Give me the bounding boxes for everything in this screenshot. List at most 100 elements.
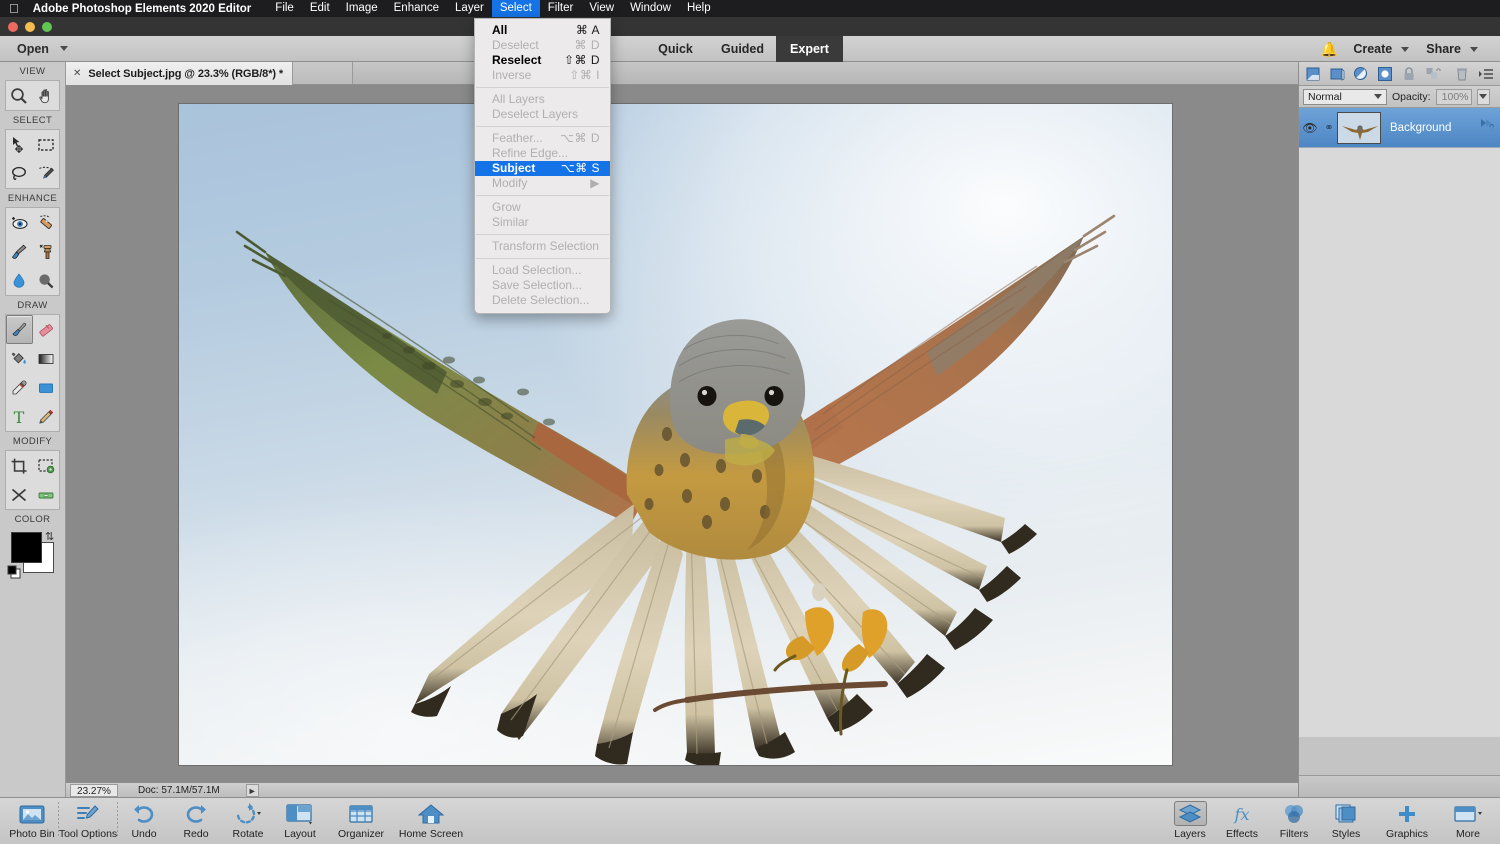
menu-select[interactable]: Select [491,0,540,17]
brush-tool-icon[interactable] [6,315,33,344]
maximize-window-button[interactable] [42,22,52,32]
lasso-tool-icon[interactable] [6,159,33,188]
spot-healing-brush-tool-icon[interactable] [33,208,60,237]
type-tool-icon[interactable]: T [6,402,33,431]
menu-file[interactable]: File [267,0,302,17]
share-menu[interactable]: Share [1426,42,1478,56]
select-menu-dropdown[interactable]: All ⌘ A Deselect ⌘ D Reselect ⇧⌘ D Inver… [474,18,611,314]
undo-button[interactable]: Undo [118,798,170,840]
layout-button[interactable]: Layout [274,798,326,840]
create-menu[interactable]: Create [1353,42,1410,56]
default-colors-icon[interactable] [7,565,23,586]
gradient-tool-icon[interactable] [33,344,60,373]
pencil-tool-icon[interactable] [33,402,60,431]
document-image[interactable] [178,103,1173,766]
blend-mode-select[interactable]: Normal [1303,88,1387,105]
menu-layer[interactable]: Layer [447,0,492,17]
lock-icon[interactable] [1400,65,1418,83]
blur-tool-icon[interactable] [6,266,33,295]
home-screen-label: Home Screen [398,828,464,840]
menu-window[interactable]: Window [622,0,679,17]
recompose-tool-icon[interactable] [33,451,60,480]
chain-icon[interactable]: ⚭ [1321,121,1337,134]
move-tool-icon[interactable] [6,130,33,159]
menu-view[interactable]: View [581,0,622,17]
opacity-dropdown-button[interactable] [1476,88,1490,105]
chevron-right-icon[interactable]: ► [245,783,259,797]
open-button[interactable]: Open [17,42,68,56]
red-eye-removal-tool-icon[interactable] [6,208,33,237]
clone-stamp-tool-icon[interactable] [33,237,60,266]
more-panel-button[interactable]: More [1442,798,1494,840]
menu-item-reselect[interactable]: Reselect ⇧⌘ D [475,53,610,68]
tool-group-modify [5,450,60,510]
sponge-tool-icon[interactable] [33,266,60,295]
eye-icon[interactable]: 👁 [1299,121,1321,135]
menu-item-all[interactable]: All ⌘ A [475,23,610,38]
content-aware-move-tool-icon[interactable] [6,480,33,509]
tool-options-button[interactable]: Tool Options [59,798,117,840]
tab-quick[interactable]: Quick [642,36,709,62]
new-layer-icon[interactable] [1304,65,1322,83]
minimize-window-button[interactable] [25,22,35,32]
document-tab[interactable]: ✕ Select Subject.jpg @ 23.3% (RGB/8*) * [66,62,294,85]
layer-row-background[interactable]: 👁 ⚭ Background [1299,108,1500,148]
share-label: Share [1426,42,1461,56]
tab-guided[interactable]: Guided [709,36,776,62]
smart-brush-tool-icon[interactable] [6,237,33,266]
toolbar-right-group: 🔔 Create Share [1321,36,1491,62]
layer-mask-icon[interactable] [1376,65,1394,83]
submenu-arrow-icon: ▶ [590,176,600,190]
menu-image[interactable]: Image [338,0,386,17]
zoom-level-field[interactable]: 23.27% [70,783,118,797]
apple-logo-icon[interactable]:  [9,2,19,15]
tool-section-modify-label: MODIFY [12,436,53,447]
rectangular-marquee-tool-icon[interactable] [33,130,60,159]
zoom-tool-icon[interactable] [6,81,33,110]
adjustment-layer-icon[interactable] [1352,65,1370,83]
tool-group-view [5,80,60,111]
panel-menu-icon[interactable] [1477,65,1495,83]
paint-bucket-tool-icon[interactable] [6,344,33,373]
color-picker-tool-icon[interactable] [6,373,33,402]
straighten-tool-icon[interactable] [33,480,60,509]
organizer-button[interactable]: Organizer [326,798,396,840]
delete-layer-icon[interactable] [1453,65,1471,83]
custom-shape-tool-icon[interactable] [33,373,60,402]
layer-thumbnail[interactable] [1337,111,1381,144]
photo-bin-button[interactable]: Photo Bin [6,798,58,840]
swap-colors-icon[interactable]: ⇅ [45,530,54,543]
hand-tool-icon[interactable] [33,81,60,110]
eraser-tool-icon[interactable] [33,315,60,344]
new-layer-from-background-icon[interactable] [1328,65,1346,83]
create-label: Create [1353,42,1393,56]
menu-item-label: Grow [492,200,521,214]
home-screen-button[interactable]: Home Screen [396,798,466,840]
styles-panel-button[interactable]: Styles [1320,798,1372,840]
link-layers-icon[interactable] [1424,65,1442,83]
tool-section-enhance-label: ENHANCE [7,193,58,204]
menu-edit[interactable]: Edit [302,0,338,17]
tab-expert[interactable]: Expert [776,36,843,62]
tool-group-draw: T [5,314,60,432]
menu-item-subject[interactable]: Subject ⌥⌘ S [475,161,610,176]
opacity-value-field[interactable]: 100% [1435,88,1472,105]
styles-label: Styles [1331,828,1361,840]
rotate-button[interactable]: Rotate [222,798,274,840]
menu-help[interactable]: Help [679,0,719,17]
menu-enhance[interactable]: Enhance [386,0,447,17]
quick-selection-tool-icon[interactable] [33,159,60,188]
effects-panel-button[interactable]: fx Effects [1216,798,1268,841]
canvas-area[interactable] [66,85,1298,782]
graphics-panel-button[interactable]: Graphics [1372,798,1442,840]
filters-panel-button[interactable]: Filters [1268,798,1320,840]
menu-filter[interactable]: Filter [540,0,582,17]
foreground-color-swatch[interactable] [11,532,42,563]
bell-icon[interactable]: 🔔 [1321,41,1338,58]
close-window-button[interactable] [8,22,18,32]
crop-tool-icon[interactable] [6,451,33,480]
redo-button[interactable]: Redo [170,798,222,840]
layers-panel-button[interactable]: Layers [1164,798,1216,840]
close-icon[interactable]: ✕ [73,68,81,79]
chevron-down-icon [1374,94,1382,99]
